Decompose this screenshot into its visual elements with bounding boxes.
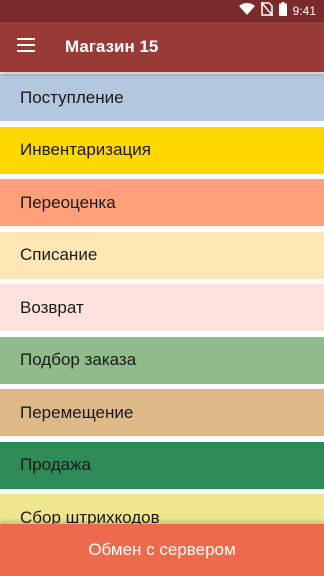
app-screen: 9:41 Магазин 15 Поступление Инвентаризац… xyxy=(0,0,324,576)
menu-item-podbor-zakaza[interactable]: Подбор заказа xyxy=(0,336,324,384)
app-title: Магазин 15 xyxy=(65,37,159,56)
status-time: 9:41 xyxy=(292,4,316,18)
menu-item-inventarizatsiya[interactable]: Инвентаризация xyxy=(0,126,324,174)
status-bar: 9:41 xyxy=(0,0,324,22)
battery-icon xyxy=(278,1,287,21)
hamburger-menu-icon xyxy=(17,37,35,57)
menu-item-peremeshchenie[interactable]: Перемещение xyxy=(0,389,324,436)
menu-item-vozvrat[interactable]: Возврат xyxy=(0,284,324,331)
menu-item-sbor-shtrikhkodov[interactable]: Сбор штрихкодов xyxy=(0,494,324,524)
wifi-icon xyxy=(238,2,255,20)
menu-item-pereotsenka[interactable]: Переоценка xyxy=(0,179,324,226)
app-bar: Магазин 15 xyxy=(0,22,324,72)
status-icons: 9:41 xyxy=(238,0,316,22)
operations-menu-list: Поступление Инвентаризация Переоценка Сп… xyxy=(0,72,324,524)
menu-item-spisanie[interactable]: Списание xyxy=(0,231,324,279)
server-exchange-button[interactable]: Обмен с сервером xyxy=(0,524,324,576)
hamburger-menu-button[interactable] xyxy=(10,31,42,63)
no-sim-icon xyxy=(260,1,274,21)
menu-item-prodazha[interactable]: Продажа xyxy=(0,441,324,489)
menu-item-postuplenie[interactable]: Поступление xyxy=(0,74,324,121)
